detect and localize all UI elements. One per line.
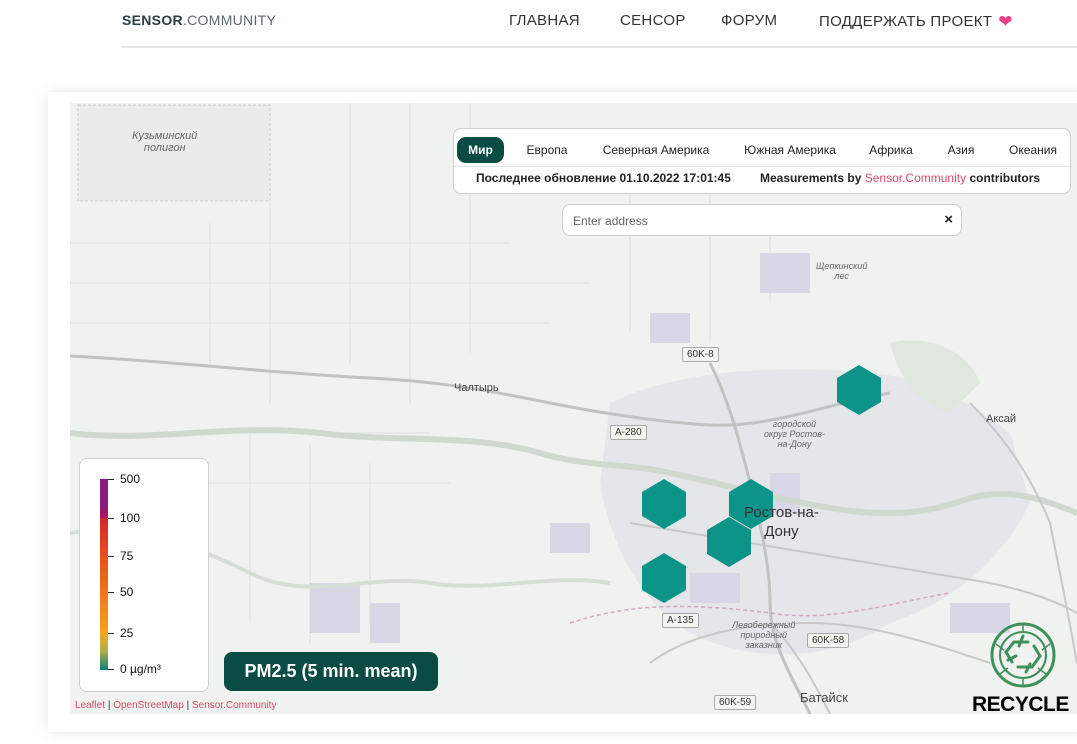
- logo-bold-text: SENSOR: [122, 12, 183, 28]
- nav-link-forum[interactable]: ФОРУМ: [721, 12, 777, 29]
- legend-tick: [108, 479, 114, 480]
- legend-label-100: 100: [120, 511, 141, 525]
- tabs-divider: [454, 166, 1070, 167]
- legend-label-50: 50: [120, 585, 134, 599]
- legend-tick: [108, 633, 114, 634]
- sensor-hexagon[interactable]: [837, 365, 881, 415]
- legend-label-25: 25: [120, 626, 134, 640]
- map-attribution: Leaflet | OpenStreetMap | Sensor.Communi…: [75, 700, 276, 711]
- sensor-community-attribution-link[interactable]: Sensor.Community: [192, 700, 276, 711]
- tab-asia[interactable]: Азия: [939, 137, 983, 163]
- address-search: ×: [562, 204, 962, 236]
- map-label-rostov: Ростов-на- Дону: [744, 503, 819, 541]
- sensor-hexagon[interactable]: [642, 553, 686, 603]
- tab-africa[interactable]: Африка: [860, 137, 922, 163]
- logo-light-text: .COMMUNITY: [182, 12, 277, 28]
- measurements-suffix: contributors: [969, 171, 1041, 185]
- map-label-rostov-line1: Ростов-на-: [744, 504, 819, 521]
- recycle-icon: [990, 622, 1056, 688]
- clear-search-icon[interactable]: ×: [944, 210, 953, 230]
- legend-label-75: 75: [120, 549, 134, 563]
- nav-link-support[interactable]: ПОДДЕРЖАТЬ ПРОЕКТ ❤: [819, 12, 1013, 32]
- legend-label-500: 500: [120, 472, 141, 486]
- map-viewport[interactable]: Кузьминский полигон Чалтырь Щепкинский лес…: [70, 103, 1077, 714]
- sensor-hexagon[interactable]: [642, 479, 686, 529]
- sensor-community-link[interactable]: Sensor.Community: [865, 171, 966, 185]
- pm-type-selector[interactable]: PM2.5 (5 min. mean): [224, 652, 438, 691]
- nav-link-support-label: ПОДДЕРЖАТЬ ПРОЕКТ: [819, 13, 993, 30]
- legend-color-scale: [100, 479, 108, 670]
- attribution-separator: |: [186, 700, 190, 711]
- attribution-separator: |: [107, 700, 111, 711]
- legend-tick: [108, 518, 114, 519]
- tab-europe[interactable]: Европа: [516, 137, 578, 163]
- recycle-label: RECYCLE: [972, 693, 1069, 716]
- map-label-rostov-line2: Дону: [764, 523, 799, 540]
- legend-tick: [108, 592, 114, 593]
- nav-link-home[interactable]: ГЛАВНАЯ: [509, 12, 580, 29]
- tab-south-america[interactable]: Южная Америка: [735, 137, 845, 163]
- top-navigation: SENSOR.COMMUNITY ГЛАВНАЯ СЕНСОР ФОРУМ ПО…: [122, 0, 1077, 46]
- leaflet-link[interactable]: Leaflet: [75, 700, 105, 711]
- pm-legend: 500 100 75 50 25 0 µg/m³: [79, 458, 209, 692]
- legend-tick: [108, 556, 114, 557]
- heart-icon: ❤: [998, 12, 1013, 31]
- tab-north-america[interactable]: Северная Америка: [595, 137, 717, 163]
- openstreetmap-link[interactable]: OpenStreetMap: [113, 700, 184, 711]
- address-search-input[interactable]: [571, 210, 925, 232]
- tab-oceania[interactable]: Океания: [999, 137, 1067, 163]
- region-tabs-panel: Мир Европа Северная Америка Южная Америк…: [453, 128, 1071, 194]
- last-update-text: Последнее обновление 01.10.2022 17:01:45: [476, 171, 731, 185]
- tab-world[interactable]: Мир: [457, 137, 504, 163]
- site-logo[interactable]: SENSOR.COMMUNITY: [122, 12, 276, 28]
- legend-tick: [108, 669, 114, 670]
- nav-divider: [122, 46, 1077, 48]
- sensor-layer: [642, 365, 881, 603]
- legend-label-0: 0 µg/m³: [120, 662, 161, 676]
- measurements-prefix: Measurements by: [760, 171, 862, 185]
- nav-link-sensor[interactable]: СЕНСОР: [620, 12, 686, 29]
- measurements-credit: Measurements by Sensor.Community contrib…: [760, 171, 1040, 185]
